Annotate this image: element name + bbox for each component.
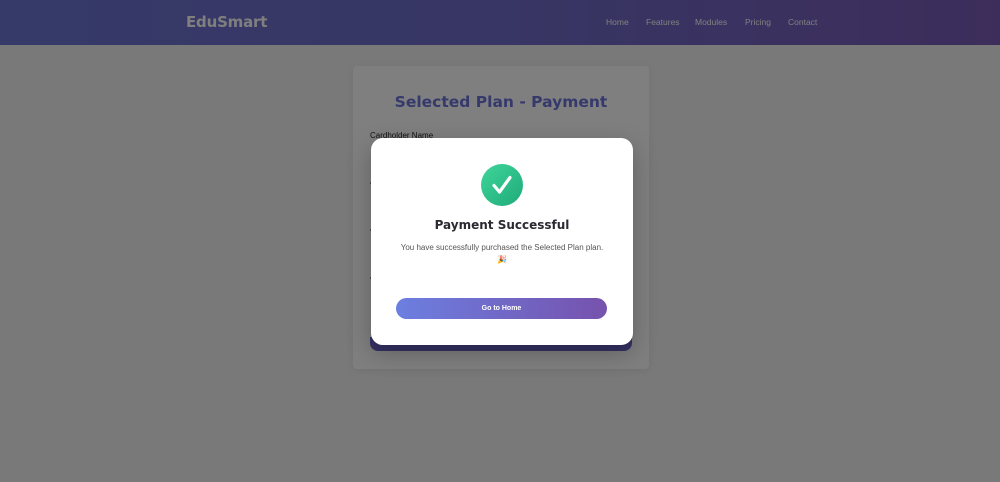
payment-success-modal: Payment Successful You have successfully… (371, 138, 633, 345)
modal-message: You have successfully purchased the Sele… (387, 242, 617, 266)
modal-title: Payment Successful (434, 218, 570, 232)
modal-message-text: You have successfully purchased the Sele… (400, 243, 604, 252)
party-popper-icon: 🎉 (497, 255, 507, 264)
go-to-home-button[interactable]: Go to Home (396, 298, 607, 319)
success-check-icon (481, 164, 523, 206)
